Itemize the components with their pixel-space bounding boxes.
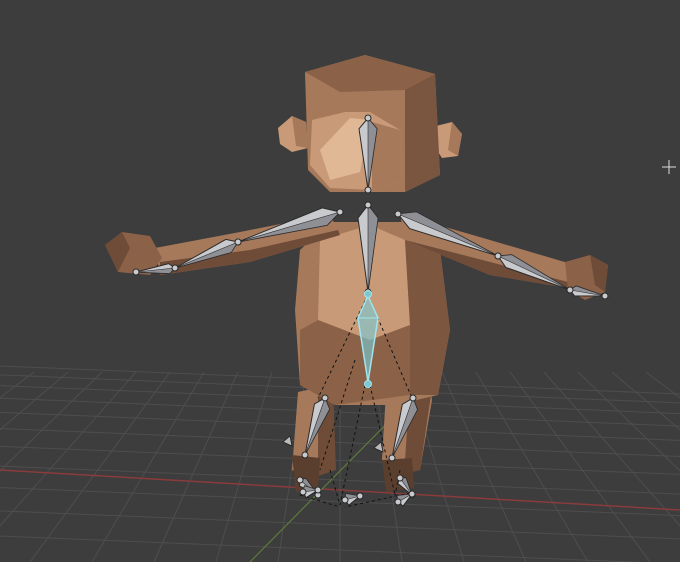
head-right-side <box>405 74 440 192</box>
viewport-scene[interactable] <box>0 0 680 562</box>
left-knee-pole-target <box>282 435 293 447</box>
torso-right-shade <box>405 240 450 395</box>
3d-cursor-crosshair-icon <box>662 160 676 174</box>
3d-viewport[interactable] <box>0 0 680 562</box>
heel-ik-bone[interactable] <box>341 492 364 506</box>
